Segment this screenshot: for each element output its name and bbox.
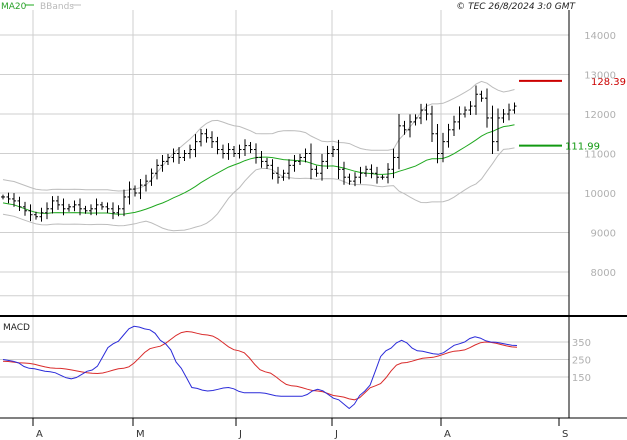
price-tick-label: 12000 — [584, 110, 616, 121]
macd-lines — [2, 325, 518, 410]
legend-ma20: MA20 — [1, 2, 27, 12]
x-tick-label: A — [444, 429, 451, 440]
macd-title: MACD — [3, 323, 30, 333]
macd-axis-labels: 350 250 150 — [572, 338, 591, 384]
macd-tick-label: 150 — [572, 373, 591, 384]
price-tick-label: 8000 — [591, 268, 616, 279]
x-axis-labels: AMJJAS — [32, 418, 568, 440]
price-axis-labels: 14000 13000 12000 11000 10000 9000 8000 — [584, 31, 616, 279]
x-tick-label: M — [136, 429, 145, 440]
price-tick-label: 14000 — [584, 31, 616, 42]
macd-tick-label: 250 — [572, 356, 591, 367]
price-tick-label: 11000 — [584, 150, 616, 161]
price-tick-label: 9000 — [591, 229, 616, 240]
vertical-grid — [32, 10, 442, 418]
stock-chart: MA20 BBands © TEC 26/8/2024 3:0 GMT 128.… — [0, 2, 627, 440]
x-tick-label: J — [334, 429, 338, 440]
x-tick-label: A — [36, 429, 43, 440]
price-tick-label: 10000 — [584, 189, 616, 200]
price-grid — [0, 34, 569, 297]
x-tick-label: S — [562, 429, 568, 440]
legend-bbands: BBands — [40, 2, 74, 12]
price-tick-label: 13000 — [584, 71, 616, 82]
macd-tick-label: 350 — [572, 338, 591, 349]
macd-line — [2, 325, 518, 410]
x-tick-label: J — [238, 429, 242, 440]
copyright-text: © TEC 26/8/2024 3:0 GMT — [456, 2, 576, 12]
